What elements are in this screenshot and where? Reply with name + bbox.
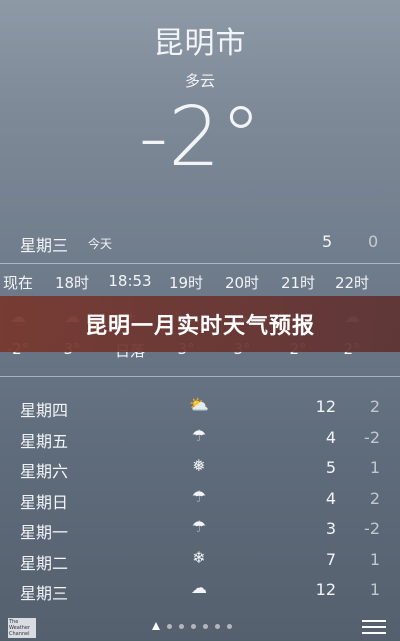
page-dot[interactable] [167,623,172,629]
daily-row: 星期日 ☂ 4 2 [0,484,400,515]
sleet-icon: ❅ [192,456,206,475]
daily-day: 星期日 [20,492,69,512]
rain-icon: ☂ [191,486,207,506]
page-indicator[interactable] [152,622,232,630]
daily-high: 7 [325,549,336,569]
snow-icon: ❄ [192,547,206,567]
daily-high: 5 [325,458,336,477]
daily-high: 4 [325,427,336,447]
daily-low: -2 [364,519,380,538]
daily-row: 星期二 ❄ 7 1 [0,545,400,576]
daily-forecast: 星期四 ⛅ 12 2 星期五 ☂ 4 -2 星期六 ❅ 5 1 星期日 ☂ 4 2 星期一 ☂ 3 -2 星期二 ❄ 7 1 星… [0,392,400,606]
divider-bottom [0,376,400,377]
daily-low: 2 [369,488,380,508]
today-high: 5 [322,232,333,251]
hourly-time: 19时 [168,274,204,292]
hourly-time: 现在 [2,274,33,292]
daily-high: 12 [315,397,336,416]
location-arrow-icon[interactable] [152,622,160,630]
rain-icon: ☂ [191,517,207,536]
daily-low: 1 [369,549,380,569]
daily-high: 12 [315,580,336,599]
hourly-time: 20时 [224,274,260,292]
cloud-icon: ☁ [191,578,207,597]
daily-high: 4 [325,488,336,508]
daily-row: 星期五 ☂ 4 -2 [0,423,400,454]
today-summary: 星期三 今天 5 0 [0,228,400,258]
current-temperature: -2° [138,90,262,185]
daily-day: 星期五 [20,431,69,451]
weather-channel-logo[interactable]: The Weather Channel [8,618,36,638]
daily-row: 星期四 ⛅ 12 2 [0,392,400,423]
daily-low: 1 [369,580,380,599]
hourly-time: 18时 [54,274,90,292]
list-icon[interactable] [362,620,386,634]
bottom-bar: The Weather Channel [0,612,400,641]
daily-row: 星期一 ☂ 3 -2 [0,514,400,545]
page-dot[interactable] [191,623,196,629]
today-tag: 今天 [88,237,113,251]
page-dot[interactable] [227,623,232,629]
daily-row: 星期六 ❅ 5 1 [0,453,400,484]
daily-low: -2 [364,427,380,447]
page-dot[interactable] [215,623,220,629]
page-dot[interactable] [179,623,184,629]
overlay-banner: 昆明一月实时天气预报 [0,296,400,352]
hourly-time: 21时 [280,274,316,292]
hourly-time: 22时 [334,274,370,292]
weather-header: 昆明市 多云 -2° [0,18,400,179]
today-day: 星期三 [20,236,69,255]
daily-day: 星期六 [20,462,69,481]
daily-day: 星期三 [20,584,69,603]
daily-row: 星期三 ☁ 12 1 [0,575,400,606]
rain-icon: ☂ [191,425,207,445]
daily-low: 2 [369,397,380,416]
current-condition: 多云 [184,72,215,90]
daily-low: 1 [369,458,380,477]
daily-high: 3 [325,519,336,538]
city-name: 昆明市 [153,26,247,61]
partly-sunny-icon: ⛅ [189,395,209,414]
hourly-time: 18:53 [108,272,152,290]
page-dot[interactable] [203,623,208,629]
daily-day: 星期一 [20,523,69,542]
today-low: 0 [368,232,379,251]
daily-day: 星期二 [20,553,69,573]
daily-day: 星期四 [20,401,69,420]
